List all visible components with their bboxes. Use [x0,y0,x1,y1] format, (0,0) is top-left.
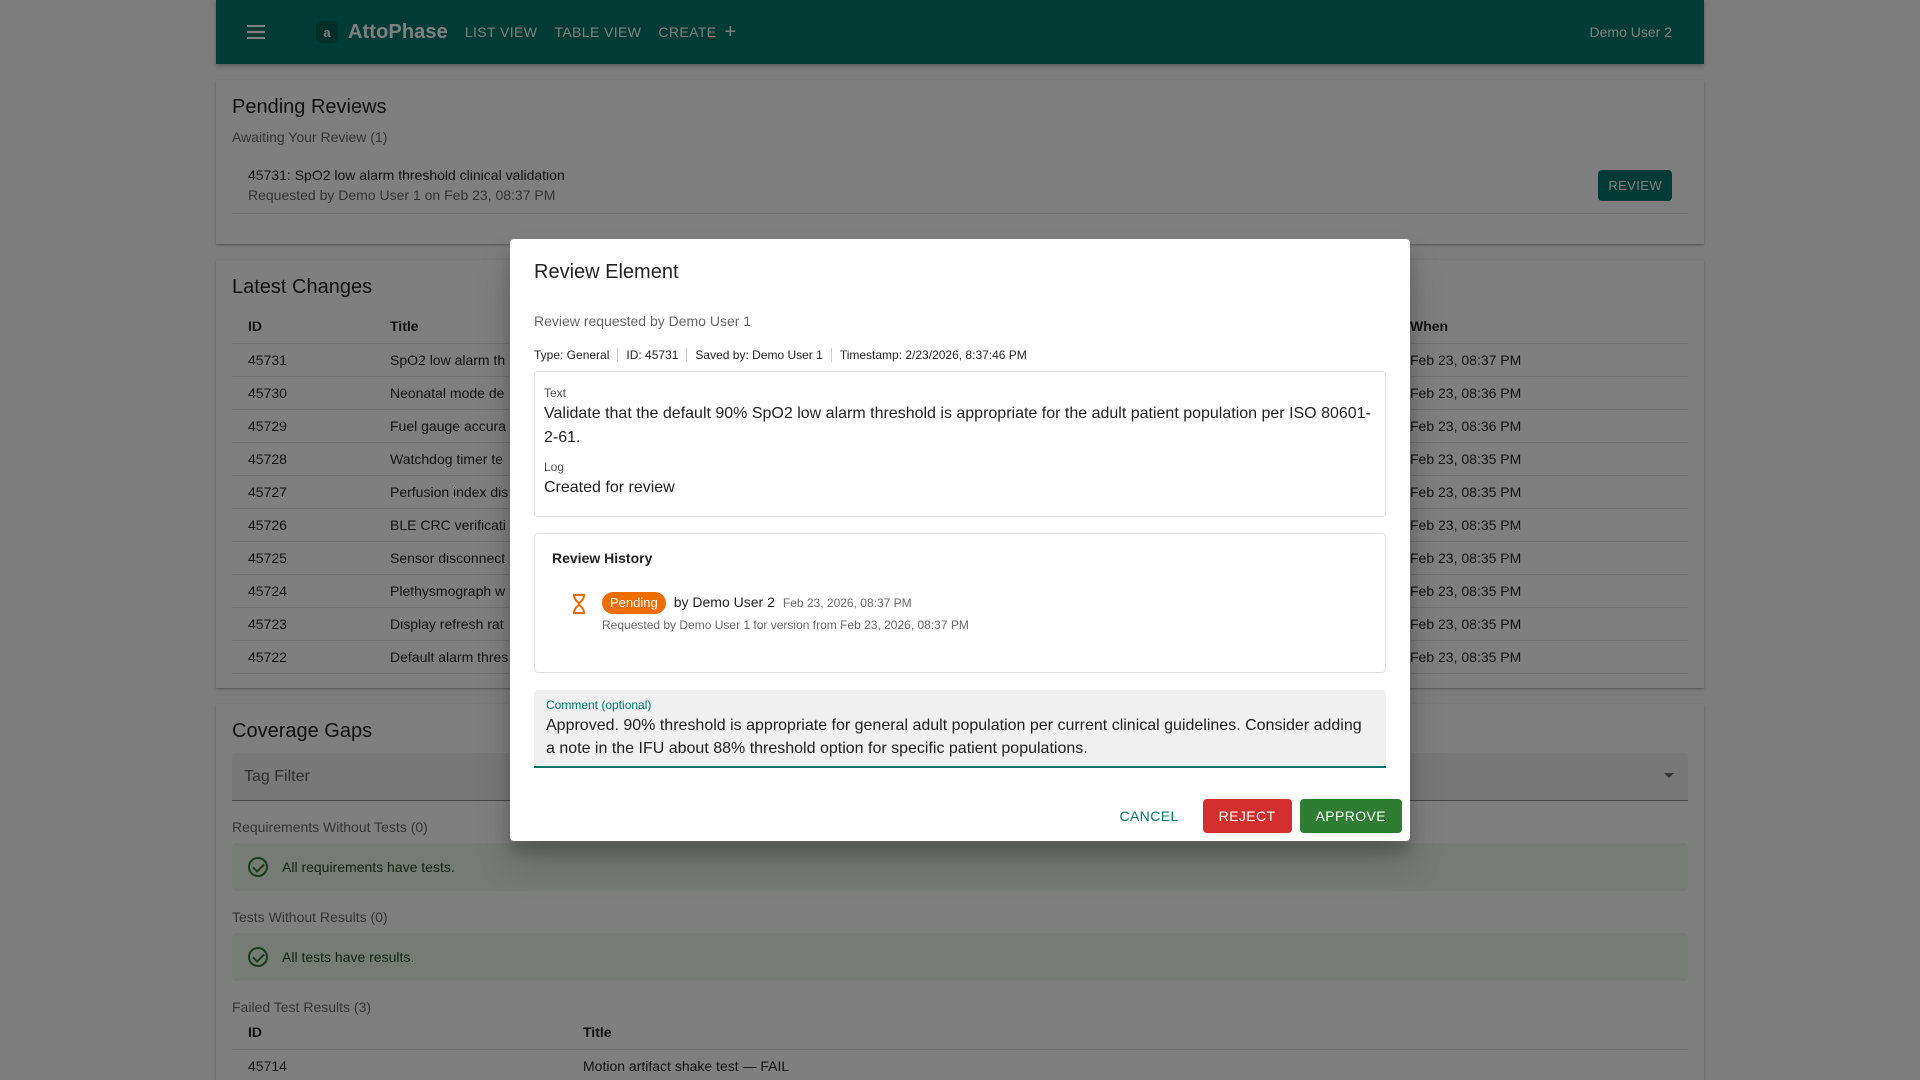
log-value: Created for review [544,479,675,496]
comment-input[interactable]: Approved. 90% threshold is appropriate f… [546,714,1374,760]
meta-id: ID: 45731 [617,348,686,362]
approve-button[interactable]: APPROVE [1299,799,1402,833]
history-requested: Requested by Demo User 1 for version fro… [602,618,969,632]
review-history: Review History Pending by Demo User 2 Fe… [534,533,1386,673]
meta-saved-by: Saved by: Demo User 1 [686,348,830,362]
history-date: Feb 23, 2026, 08:37 PM [782,596,912,610]
review-dialog: Review Element Review requested by Demo … [510,239,1410,841]
text-label: Text [544,386,567,400]
element-meta: Type: General ID: 45731 Saved by: Demo U… [534,348,1035,362]
review-requested-by: Review requested by Demo User 1 [534,313,752,329]
cancel-button[interactable]: CANCEL [1103,799,1194,833]
review-history-title: Review History [552,550,653,566]
meta-timestamp: Timestamp: 2/23/2026, 8:37:46 PM [830,348,1035,362]
dialog-actions: CANCEL REJECT APPROVE [1103,799,1402,833]
hourglass-icon [573,594,585,614]
history-entry: Pending by Demo User 2 Feb 23, 2026, 08:… [552,592,1368,614]
status-badge: Pending [602,592,666,614]
comment-field[interactable]: Comment (optional) Approved. 90% thresho… [534,690,1386,768]
dialog-title: Review Element [534,261,679,283]
element-content: Text Validate that the default 90% SpO2 … [534,371,1386,517]
meta-type: Type: General [534,348,610,362]
text-value: Validate that the default 90% SpO2 low a… [544,405,1371,446]
log-label: Log [544,460,565,474]
history-by: by Demo User 2 [673,594,775,610]
comment-label: Comment (optional) [546,698,652,712]
reject-button[interactable]: REJECT [1202,799,1292,833]
